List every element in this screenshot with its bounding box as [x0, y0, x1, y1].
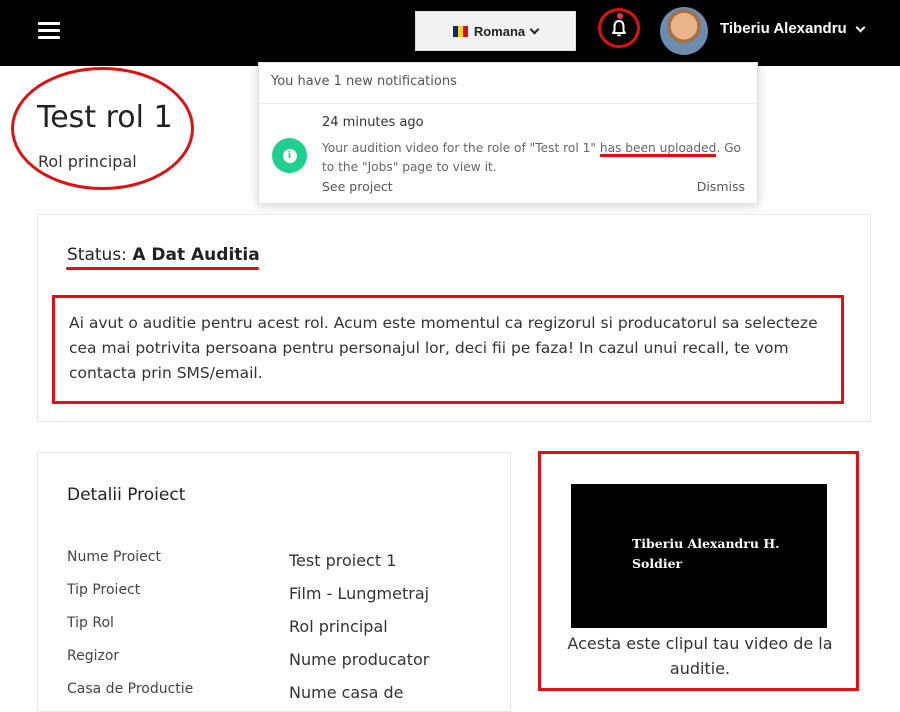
- status-card: Status: A Dat Auditia Ai avut o auditie …: [37, 214, 871, 422]
- detail-label: Tip Rol: [67, 615, 114, 631]
- chevron-down-icon: [529, 24, 540, 34]
- detail-label: Regizor: [67, 648, 120, 664]
- chevron-down-icon[interactable]: [855, 22, 866, 33]
- video-caption: Acesta este clipul tau video de la audit…: [567, 634, 833, 678]
- highlighted-text: has been uploaded: [599, 141, 717, 155]
- user-menu[interactable]: Tiberiu Alexandru: [720, 20, 847, 37]
- unread-dot: [617, 13, 623, 19]
- detail-value: Nume casa de: [289, 683, 404, 702]
- details-title: Detalii Proiect: [67, 485, 186, 505]
- notification-text: Your audition video for the role of "Tes…: [322, 141, 742, 174]
- detail-label: Nume Proiect: [67, 549, 161, 565]
- status-line: Status: A Dat Auditia: [67, 245, 260, 265]
- top-navbar: Romana Tiberiu Alexandru: [0, 0, 900, 66]
- language-select[interactable]: Romana: [415, 11, 576, 51]
- status-message: Ai avut o auditie pentru acest rol. Acum…: [52, 295, 844, 404]
- detail-value: Rol principal: [289, 617, 388, 636]
- detail-value: Test proiect 1: [289, 551, 397, 570]
- see-project-link[interactable]: See project: [322, 179, 393, 194]
- video-text-line: Soldier: [632, 556, 683, 571]
- detail-value: Film - Lungmetraj: [289, 584, 430, 603]
- info-icon: i: [272, 138, 307, 173]
- status-underline: [66, 267, 259, 270]
- detail-label: Tip Proiect: [67, 582, 141, 598]
- notifications-dropdown: You have 1 new notifications 24 minutes …: [258, 62, 758, 204]
- notifications-heading: You have 1 new notifications: [259, 63, 757, 104]
- notification-item[interactable]: 24 minutes ago i Your audition video for…: [259, 104, 757, 204]
- bell-icon: [612, 20, 626, 37]
- status-value: A Dat Auditia: [132, 245, 260, 265]
- status-label: Status:: [67, 245, 127, 265]
- language-label: Romana: [473, 23, 526, 39]
- page-title: Test rol 1: [37, 100, 173, 135]
- romania-flag-icon: [452, 25, 468, 37]
- role-subtitle: Rol principal: [38, 152, 137, 171]
- user-avatar[interactable]: [660, 7, 708, 55]
- notification-time: 24 minutes ago: [322, 115, 424, 130]
- detail-value: Nume producator: [289, 650, 430, 669]
- menu-icon[interactable]: [38, 22, 60, 40]
- video-text-line: Tiberiu Alexandru H.: [632, 536, 780, 551]
- notifications-button[interactable]: [598, 8, 640, 48]
- detail-label: Casa de Productie: [67, 681, 194, 697]
- audition-video-player[interactable]: Tiberiu Alexandru H. Soldier: [571, 484, 827, 628]
- audition-video-box: Tiberiu Alexandru H. Soldier Acesta este…: [538, 451, 859, 691]
- dismiss-link[interactable]: Dismiss: [697, 179, 745, 194]
- project-details-card: Detalii Proiect Nume Proiect Test proiec…: [37, 452, 511, 712]
